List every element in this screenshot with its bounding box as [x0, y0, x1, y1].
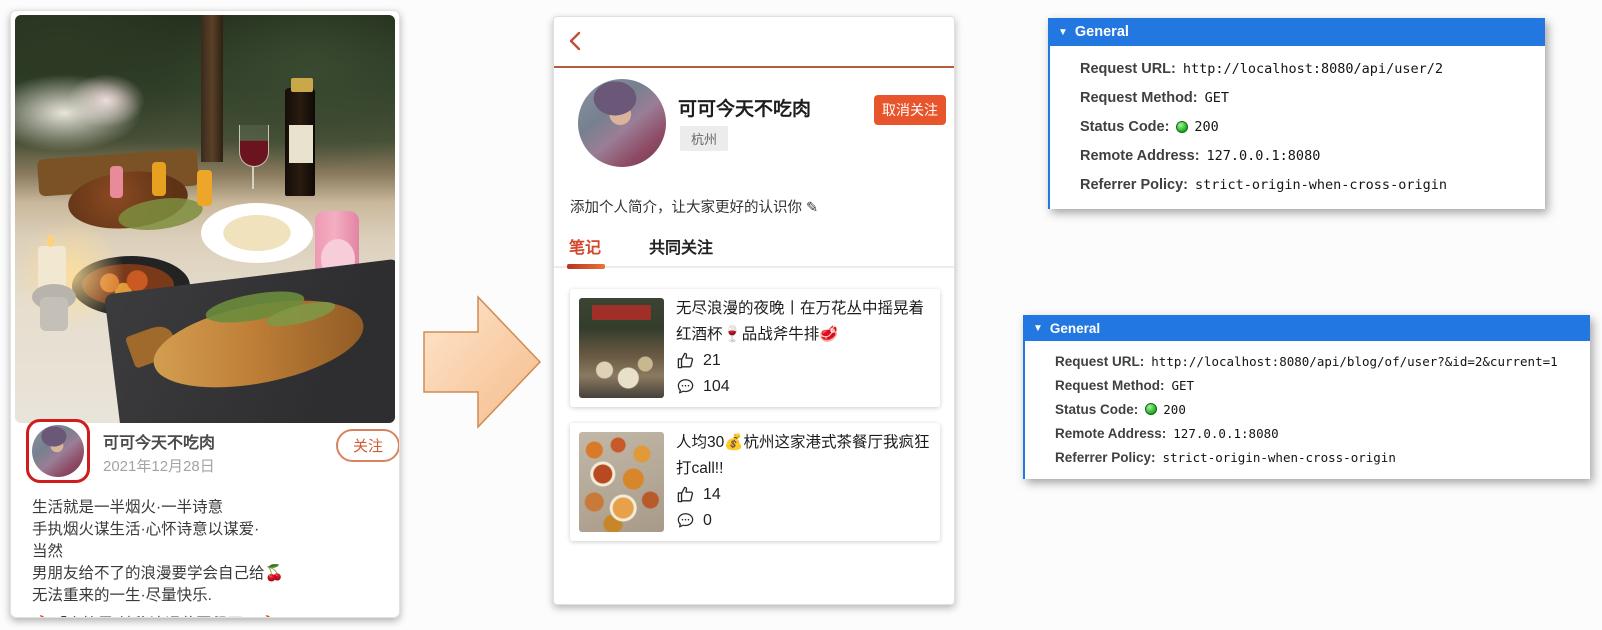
photo-orange-soda — [152, 162, 166, 196]
photo-wine-glass — [239, 125, 269, 167]
row-label: Request URL: — [1055, 354, 1144, 369]
row-value: 200 — [1194, 119, 1218, 135]
dinner-photo[interactable] — [15, 15, 395, 423]
photo-pasta-plate — [201, 203, 313, 263]
row-label: Referrer Policy: — [1080, 177, 1188, 193]
row-value: http://localhost:8080/api/user/2 — [1183, 61, 1443, 77]
devtools-general-panel-user: ▼ General Request URL: http://localhost:… — [1048, 18, 1545, 209]
row-label: Request Method: — [1055, 378, 1165, 393]
row-label: Referrer Policy: — [1055, 450, 1156, 465]
devtools-row: Referrer Policy: strict-origin-when-cros… — [1055, 445, 1582, 469]
photo-orange-soda — [197, 170, 212, 206]
row-label: Remote Address: — [1080, 148, 1200, 164]
devtools-rows: Request URL: http://localhost:8080/api/u… — [1050, 46, 1545, 209]
photo-pink-soda — [110, 166, 123, 198]
note-comment-count: 0 — [703, 512, 712, 530]
back-chevron-icon[interactable] — [565, 30, 587, 52]
status-green-dot-icon — [1145, 403, 1157, 415]
row-value: GET — [1205, 90, 1229, 106]
tab-active-indicator — [567, 264, 605, 269]
profile-avatar[interactable] — [578, 79, 666, 167]
feed-post-card: 可可今天不吃肉 2021年12月28日 关注 生活就是一半烟火·一半诗意 手执烟… — [10, 10, 400, 618]
note-title[interactable]: 无尽浪漫的夜晚丨在万花丛中摇晃着红酒杯🍷品战斧牛排🥩 — [676, 296, 932, 348]
triangle-disclosure-icon: ▼ — [1033, 323, 1043, 334]
photo-wine-bottle-cap — [291, 78, 313, 92]
note-like-count: 14 — [703, 486, 721, 504]
profile-bio[interactable]: 添加个人简介，让大家更好的认识你 ✎ — [570, 196, 818, 217]
devtools-section-title: General — [1050, 321, 1100, 336]
row-value: 127.0.0.1:8080 — [1173, 426, 1278, 441]
thumbs-up-icon — [676, 485, 695, 504]
row-label: Remote Address: — [1055, 426, 1166, 441]
photo-candle-stand-base — [40, 297, 68, 331]
devtools-row: Status Code: 200 — [1055, 397, 1582, 421]
screenshot-canvas: 可可今天不吃肉 2021年12月28日 关注 生活就是一半烟火·一半诗意 手执烟… — [0, 0, 1602, 630]
devtools-row: Request URL: http://localhost:8080/api/u… — [1080, 54, 1537, 83]
devtools-row: Request Method: GET — [1055, 373, 1582, 397]
follow-button[interactable]: 关注 — [336, 429, 400, 462]
note-like-stat: 21 — [676, 351, 721, 370]
row-label: Status Code: — [1055, 402, 1138, 417]
status-green-dot-icon — [1176, 121, 1188, 133]
photo-wine-bottle-label — [289, 125, 313, 163]
row-value: strict-origin-when-cross-origin — [1195, 177, 1447, 193]
tab-notes[interactable]: 笔记 — [569, 234, 601, 258]
row-value: 127.0.0.1:8080 — [1207, 148, 1321, 164]
profile-page-card: 可可今天不吃肉 杭州 取消关注 添加个人简介，让大家更好的认识你 ✎ 笔记 共同… — [553, 16, 955, 605]
header-divider — [554, 66, 954, 68]
devtools-row: Remote Address: 127.0.0.1:8080 — [1055, 421, 1582, 445]
row-value: GET — [1172, 378, 1195, 393]
right-block-arrow-icon — [420, 283, 548, 441]
author-avatar-highlight[interactable] — [26, 419, 90, 483]
thumbnail-red-sign — [592, 305, 652, 320]
note-thumbnail[interactable] — [579, 298, 664, 398]
row-label: Request URL: — [1080, 61, 1176, 77]
devtools-general-panel-blog: ▼ General Request URL: http://localhost:… — [1023, 315, 1590, 479]
devtools-row: Status Code: 200 — [1080, 112, 1537, 141]
note-comment-stat: 0 — [676, 511, 712, 530]
note-comment-count: 104 — [703, 378, 730, 396]
note-thumbnail[interactable] — [579, 432, 664, 532]
devtools-rows: Request URL: http://localhost:8080/api/b… — [1025, 341, 1590, 479]
devtools-section-header[interactable]: ▼ General — [1025, 315, 1590, 341]
profile-username: 可可今天不吃肉 — [678, 94, 811, 121]
row-value: strict-origin-when-cross-origin — [1163, 450, 1396, 465]
photo-wood-pillar — [201, 15, 223, 162]
row-label: Request Method: — [1080, 90, 1198, 106]
devtools-row: Remote Address: 127.0.0.1:8080 — [1080, 141, 1537, 170]
comment-bubble-icon — [676, 511, 695, 530]
devtools-row: Request URL: http://localhost:8080/api/b… — [1055, 349, 1582, 373]
comment-bubble-icon — [676, 377, 695, 396]
post-body-text: 生活就是一半烟火·一半诗意 手执烟火谋生活·心怀诗意以谋爱· 当然 男朋友给不了… — [32, 497, 384, 607]
author-name[interactable]: 可可今天不吃肉 — [103, 429, 215, 453]
note-like-count: 21 — [703, 352, 721, 370]
devtools-row: Request Method: GET — [1080, 83, 1537, 112]
row-label: Status Code: — [1080, 119, 1169, 135]
thumbs-up-icon — [676, 351, 695, 370]
note-comment-stat: 104 — [676, 377, 730, 396]
photo-wine-glass-stem — [252, 167, 254, 189]
note-title[interactable]: 人均30💰杭州这家港式茶餐厅我疯狂打call!! — [676, 430, 932, 482]
note-list-item[interactable]: 无尽浪漫的夜晚丨在万花丛中摇晃着红酒杯🍷品战斧牛排🥩 21 104 — [570, 289, 940, 407]
devtools-row: Referrer Policy: strict-origin-when-cros… — [1080, 170, 1537, 199]
post-footer-text: 🔥「小筑里·神秘浪漫花园餐厅」🔥 — [32, 612, 384, 618]
triangle-disclosure-icon: ▼ — [1058, 27, 1068, 38]
devtools-section-header[interactable]: ▼ General — [1050, 18, 1545, 46]
row-value: 200 — [1163, 402, 1186, 417]
note-like-stat: 14 — [676, 485, 721, 504]
location-tag: 杭州 — [680, 126, 728, 151]
tab-mutual-follow[interactable]: 共同关注 — [649, 234, 713, 258]
devtools-section-title: General — [1075, 24, 1129, 40]
author-avatar[interactable] — [32, 425, 84, 477]
unfollow-button[interactable]: 取消关注 — [874, 95, 946, 125]
row-value: http://localhost:8080/api/blog/of/user?&… — [1151, 354, 1557, 369]
tab-underline-track — [554, 266, 954, 268]
post-date: 2021年12月28日 — [103, 455, 215, 476]
note-list-item[interactable]: 人均30💰杭州这家港式茶餐厅我疯狂打call!! 14 0 — [570, 423, 940, 541]
